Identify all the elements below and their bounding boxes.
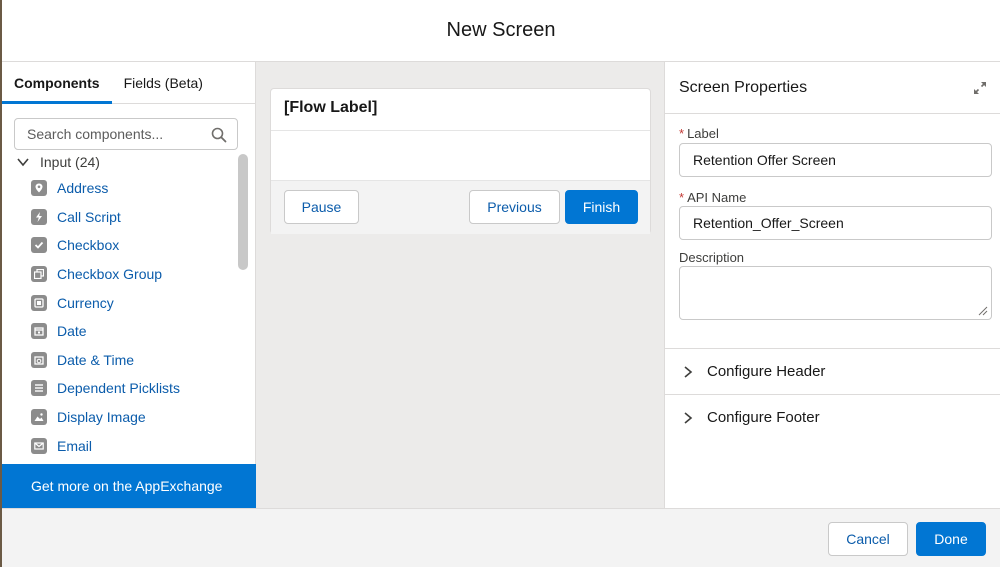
chevron-right-icon xyxy=(684,365,693,378)
component-item-date[interactable]: Date xyxy=(2,317,234,346)
label-field-text: Label xyxy=(687,126,719,141)
component-label: Currency xyxy=(57,294,114,311)
screen-footer: Pause Previous Finish xyxy=(271,180,650,234)
configure-footer-section[interactable]: Configure Footer xyxy=(665,394,1000,440)
component-label: Email xyxy=(57,437,93,454)
component-item-date-time[interactable]: Date & Time xyxy=(2,346,234,375)
cancel-button[interactable]: Cancel xyxy=(828,522,908,556)
component-label: Checkbox xyxy=(57,237,120,254)
done-button[interactable]: Done xyxy=(916,522,986,556)
modal-title: New Screen xyxy=(446,19,556,41)
screen-properties-panel: Screen Properties * Label Retention Offer… xyxy=(664,62,1000,508)
resize-handle-icon[interactable] xyxy=(978,306,988,316)
label-input-value: Retention Offer Screen xyxy=(693,152,836,168)
list-icon xyxy=(31,380,47,397)
component-label: Dependent Picklists xyxy=(57,380,180,397)
configure-header-label: Configure Header xyxy=(707,363,826,380)
group-label: Input (24) xyxy=(40,154,100,170)
group-header-input[interactable]: Input (24) xyxy=(2,150,234,174)
components-scrollbar[interactable] xyxy=(238,154,248,270)
components-panel: Components Fields (Beta) Input (24) A xyxy=(2,62,256,508)
component-label: Address xyxy=(57,180,109,197)
component-item-address[interactable]: Address xyxy=(2,174,234,203)
search-components-box xyxy=(14,118,238,150)
previous-button[interactable]: Previous xyxy=(469,190,560,224)
required-indicator: * xyxy=(679,126,685,141)
modal-header: New Screen xyxy=(2,0,1000,62)
component-item-currency[interactable]: Currency xyxy=(2,288,234,317)
components-list: Input (24) Address Call Script Checkbox xyxy=(2,150,234,466)
component-item-checkbox[interactable]: Checkbox xyxy=(2,231,234,260)
expand-icon[interactable] xyxy=(972,80,988,96)
flow-label-title: [Flow Label] xyxy=(271,89,650,131)
checkbox-icon xyxy=(31,237,47,254)
checkbox-group-icon xyxy=(31,266,47,283)
chevron-down-icon xyxy=(17,158,29,167)
api-name-input-value: Retention_Offer_Screen xyxy=(693,215,844,231)
properties-title: Screen Properties xyxy=(679,78,808,96)
component-item-call-script[interactable]: Call Script xyxy=(2,203,234,232)
component-item-checkbox-group[interactable]: Checkbox Group xyxy=(2,260,234,289)
email-icon xyxy=(31,437,47,454)
screen-canvas: [Flow Label] Pause Previous Finish xyxy=(256,62,664,508)
api-name-field-text: API Name xyxy=(687,190,747,205)
description-textarea[interactable] xyxy=(679,266,992,320)
component-item-display-image[interactable]: Display Image xyxy=(2,403,234,432)
new-screen-modal: New Screen Components Fields (Beta) Inpu… xyxy=(2,0,1000,567)
search-icon xyxy=(211,127,227,143)
finish-button[interactable]: Finish xyxy=(565,190,638,224)
component-item-email[interactable]: Email xyxy=(2,431,234,460)
component-label: Date xyxy=(57,323,87,340)
required-indicator: * xyxy=(679,190,685,205)
calendar-time-icon xyxy=(31,351,47,368)
configure-header-section[interactable]: Configure Header xyxy=(665,348,1000,394)
component-item-dependent-picklists[interactable]: Dependent Picklists xyxy=(2,374,234,403)
api-name-input[interactable]: Retention_Offer_Screen xyxy=(679,206,992,240)
tab-components[interactable]: Components xyxy=(2,62,112,104)
location-pin-icon xyxy=(31,180,47,197)
appexchange-link[interactable]: Get more on the AppExchange xyxy=(2,464,256,508)
search-components-input[interactable] xyxy=(27,126,207,142)
component-tabs: Components Fields (Beta) xyxy=(2,62,255,104)
component-label: Display Image xyxy=(57,409,146,426)
screen-body xyxy=(271,131,650,179)
tab-fields-beta[interactable]: Fields (Beta) xyxy=(112,62,215,103)
description-field-label: Description xyxy=(679,250,745,265)
calendar-icon xyxy=(31,323,47,340)
component-label: Checkbox Group xyxy=(57,266,163,283)
pause-button[interactable]: Pause xyxy=(284,190,359,224)
label-field-label: * Label xyxy=(679,126,719,141)
image-icon xyxy=(31,409,47,426)
modal-footer: Cancel Done xyxy=(2,508,1000,567)
properties-header: Screen Properties xyxy=(665,62,1000,114)
component-label: Call Script xyxy=(57,208,121,225)
lightning-icon xyxy=(31,208,47,225)
api-name-field-label: * API Name xyxy=(679,190,746,205)
configure-footer-label: Configure Footer xyxy=(707,409,820,426)
component-label: Date & Time xyxy=(57,351,135,368)
currency-icon xyxy=(31,294,47,311)
label-input[interactable]: Retention Offer Screen xyxy=(679,143,992,177)
chevron-right-icon xyxy=(684,411,693,424)
screen-preview-card[interactable]: [Flow Label] Pause Previous Finish xyxy=(270,88,651,234)
